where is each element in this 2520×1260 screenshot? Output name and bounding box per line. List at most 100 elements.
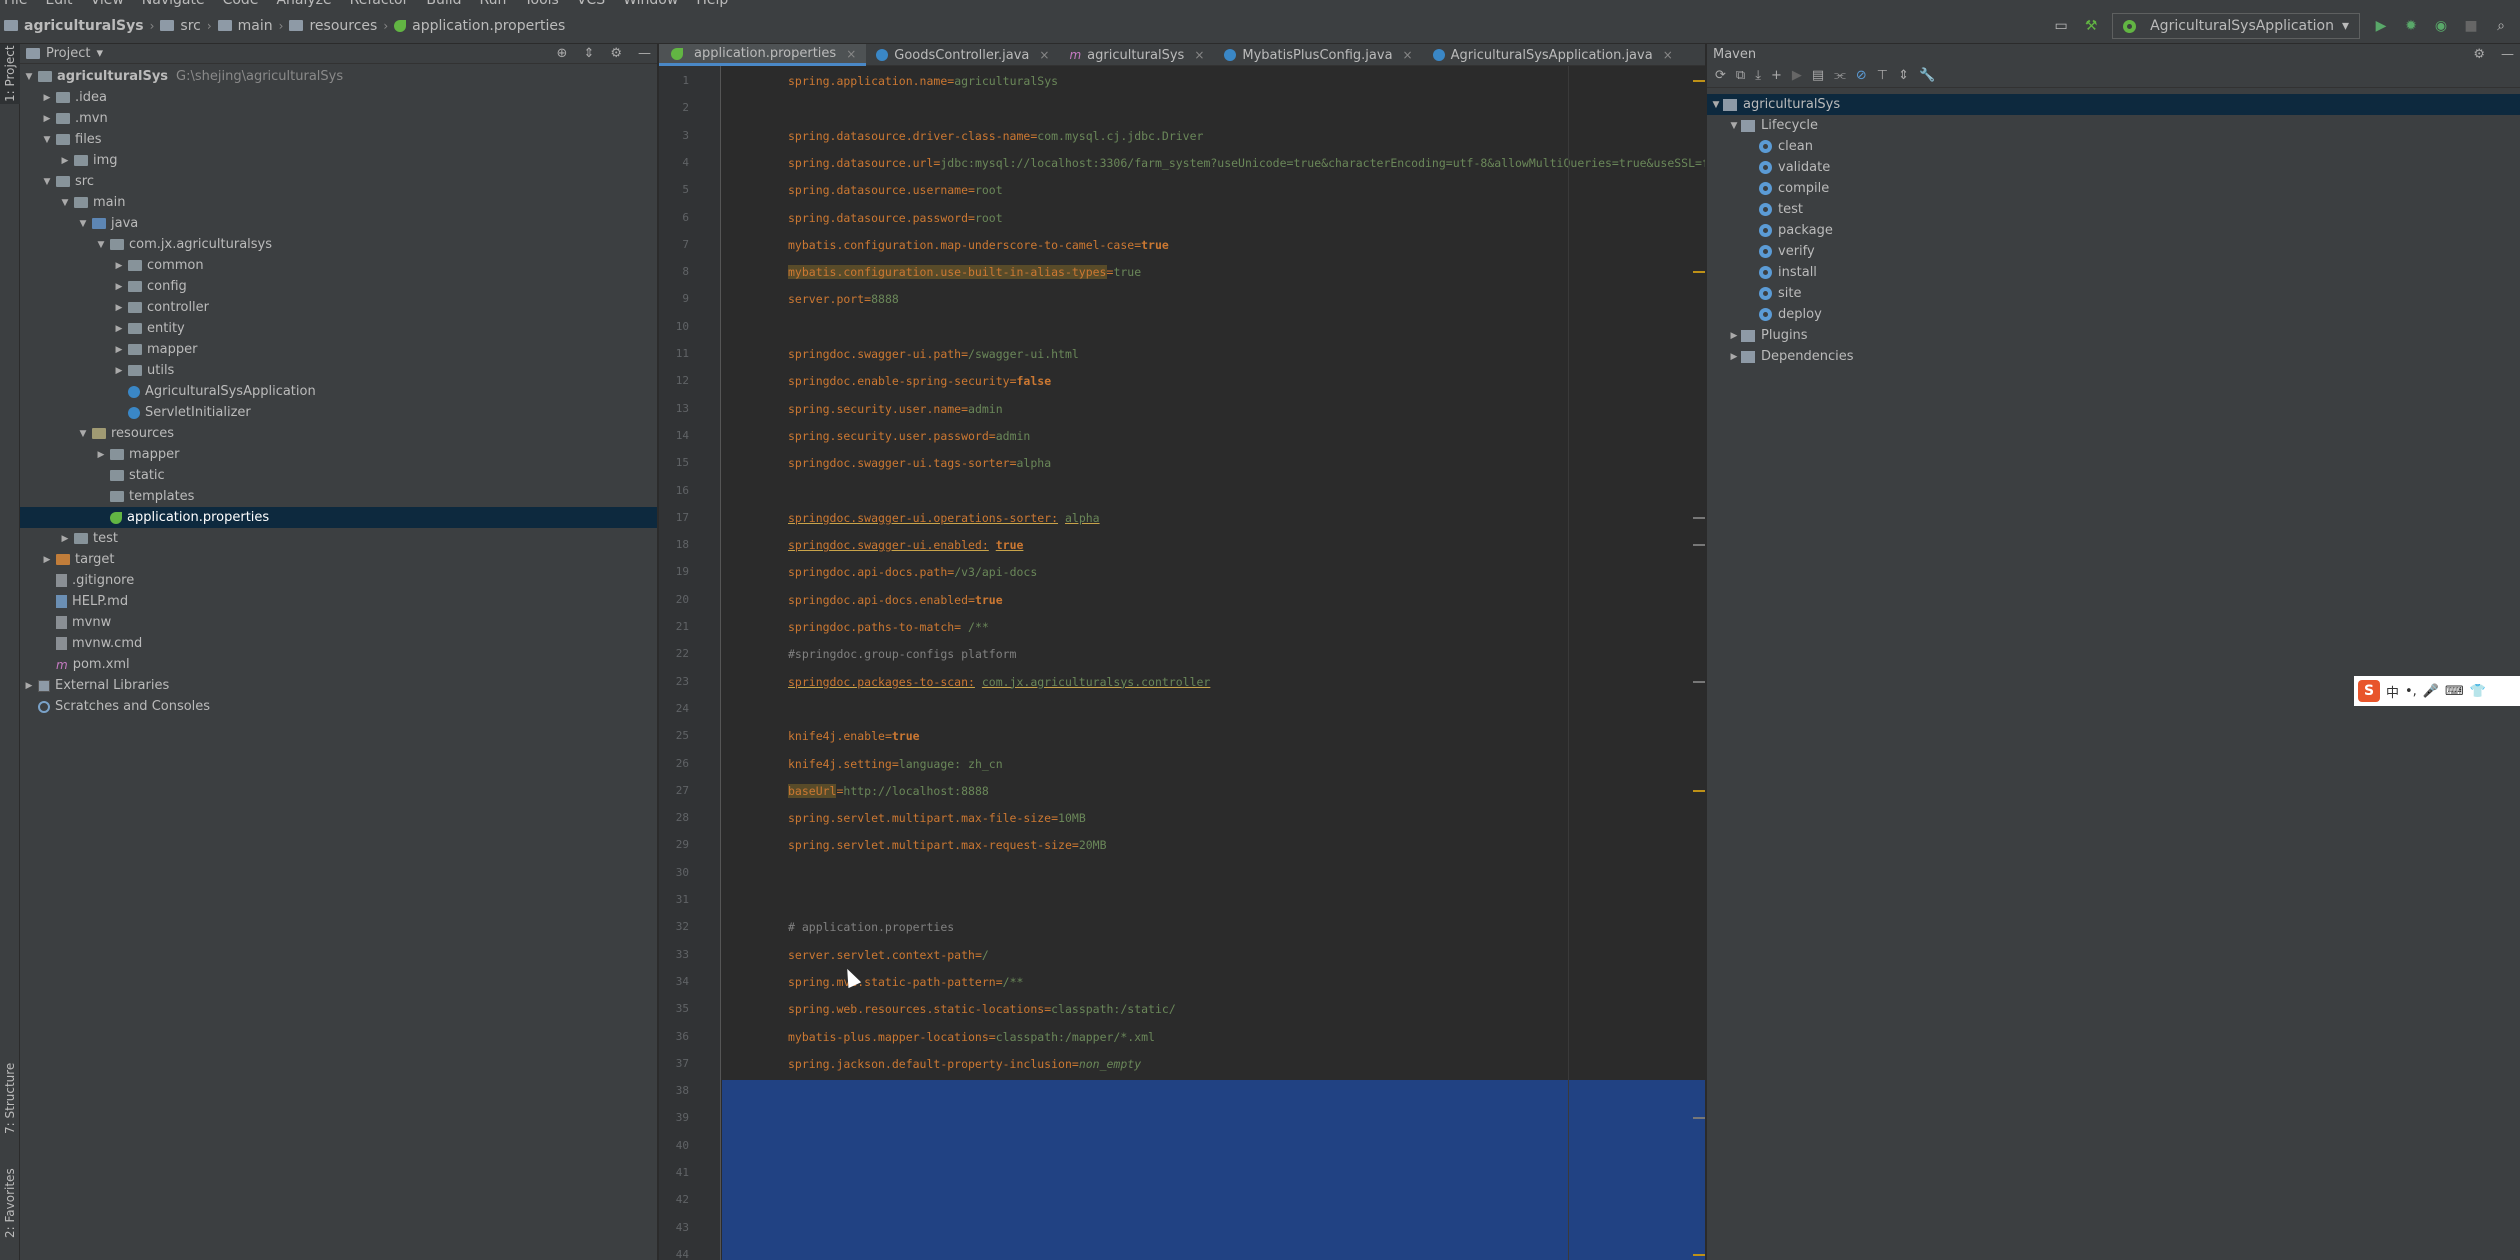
chevron-right-icon[interactable]: ▶ <box>112 345 126 355</box>
scrollbar-marker[interactable] <box>1693 516 1705 519</box>
tree-item[interactable]: static <box>20 465 657 486</box>
gear-icon[interactable]: ⚙ <box>2473 47 2485 62</box>
tree-item[interactable]: application.properties <box>20 507 657 528</box>
chevron-right-icon[interactable]: ▶ <box>58 534 72 544</box>
menu-item[interactable]: View <box>91 0 124 8</box>
menu-item[interactable]: VCS <box>577 0 605 8</box>
tree-item[interactable]: ▼ files <box>20 129 657 150</box>
tab-project[interactable]: 1: Project <box>0 44 20 104</box>
scrollbar-marker[interactable] <box>1693 789 1705 792</box>
scrollbar-marker[interactable] <box>1693 1117 1705 1120</box>
lifecycle-icon[interactable]: ▤ <box>1812 68 1824 83</box>
locate-icon[interactable]: ⊕ <box>557 46 568 61</box>
generate-sources-icon[interactable]: ⧉ <box>1736 68 1745 83</box>
run-configuration-select[interactable]: AgriculturalSysApplication ▾ <box>2112 13 2360 39</box>
skin-icon[interactable]: 👕 <box>2470 684 2486 699</box>
stop-icon[interactable]: ■ <box>2462 17 2480 35</box>
tree-item[interactable]: ▼ resources <box>20 423 657 444</box>
menu-item[interactable]: Tools <box>524 0 559 8</box>
tree-item[interactable]: ServletInitializer <box>20 402 657 423</box>
chevron-right-icon[interactable]: ▶ <box>40 555 54 565</box>
skip-tests-icon[interactable]: ⊘ <box>1856 68 1867 83</box>
breadcrumb-item[interactable]: src <box>160 18 201 34</box>
chevron-right-icon[interactable]: ▶ <box>112 282 126 292</box>
tree-item[interactable]: ▶ .idea <box>20 87 657 108</box>
coverage-icon[interactable]: ◉ <box>2432 17 2450 35</box>
chevron-down-icon[interactable]: ▼ <box>1727 121 1741 131</box>
add-icon[interactable]: + <box>1771 68 1782 83</box>
tree-item[interactable]: ▶ utils <box>20 360 657 381</box>
build-hammer-icon[interactable]: ⚒ <box>2082 17 2100 35</box>
editor-tab[interactable]: m agriculturalSys × <box>1059 44 1214 66</box>
maven-tree-item[interactable]: test <box>1707 199 2520 220</box>
chevron-down-icon[interactable]: ▼ <box>58 198 72 208</box>
menu-item[interactable]: Refactor <box>350 0 409 8</box>
menu-item[interactable]: Navigate <box>142 0 205 8</box>
tree-item[interactable]: ▶ External Libraries <box>20 675 657 696</box>
chevron-right-icon[interactable]: ▶ <box>1727 331 1741 341</box>
chevron-right-icon[interactable]: ▶ <box>22 681 36 691</box>
breadcrumb-item[interactable]: agriculturalSys <box>4 18 144 34</box>
maven-tree-item[interactable]: ▶ Plugins <box>1707 325 2520 346</box>
tree-item[interactable]: HELP.md <box>20 591 657 612</box>
tree-item[interactable]: ▶ common <box>20 255 657 276</box>
reload-icon[interactable]: ⟳ <box>1715 68 1726 83</box>
tree-item[interactable]: ▼ java <box>20 213 657 234</box>
maven-tree-item[interactable]: verify <box>1707 241 2520 262</box>
chevron-down-icon[interactable]: ▼ <box>1709 100 1723 110</box>
download-icon[interactable]: ⤓ <box>1755 68 1761 83</box>
tree-item[interactable]: Scratches and Consoles <box>20 696 657 717</box>
chevron-right-icon[interactable]: ▶ <box>58 156 72 166</box>
editor-tab[interactable]: application.properties × <box>659 44 867 66</box>
scrollbar-marker[interactable] <box>1693 271 1705 274</box>
maven-tree-item[interactable]: package <box>1707 220 2520 241</box>
tab-structure[interactable]: 7: Structure <box>0 1058 20 1138</box>
close-icon[interactable]: × <box>1403 48 1413 62</box>
editor-tab[interactable]: GoodsController.java × <box>866 44 1059 66</box>
tree-item[interactable]: ▼ agriculturalSys G:\shejing\agriculturalS… <box>20 66 657 87</box>
punctuation-icon[interactable]: •, <box>2405 684 2417 699</box>
tree-item[interactable]: ▶ mapper <box>20 444 657 465</box>
menu-item[interactable]: Analyze <box>276 0 331 8</box>
chevron-right-icon[interactable]: ▶ <box>112 261 126 271</box>
collapse-all-icon[interactable]: ⇕ <box>583 46 594 61</box>
toggle-offline-icon[interactable]: ⫘ <box>1834 68 1846 83</box>
gear-icon[interactable]: ⚙ <box>610 46 622 61</box>
run-icon[interactable]: ▶ <box>2372 17 2390 35</box>
editor-tab[interactable]: MybatisPlusConfig.java × <box>1214 44 1422 66</box>
tree-item[interactable]: mvnw <box>20 612 657 633</box>
settings-wrench-icon[interactable]: 🔧 <box>1919 68 1935 83</box>
chevron-down-icon[interactable]: ▾ <box>96 46 103 61</box>
hide-icon[interactable]: — <box>638 46 651 61</box>
maven-tree-item[interactable]: clean <box>1707 136 2520 157</box>
menu-item[interactable]: Help <box>696 0 728 8</box>
close-icon[interactable]: × <box>1039 48 1049 62</box>
tree-item[interactable]: ▼ main <box>20 192 657 213</box>
maven-tree-item[interactable]: validate <box>1707 157 2520 178</box>
breadcrumb-item[interactable]: application.properties <box>394 18 565 34</box>
ime-mode-label[interactable]: 中 <box>2386 682 2399 701</box>
menu-item[interactable]: Code <box>223 0 259 8</box>
run-icon[interactable]: ▶ <box>1792 68 1802 83</box>
tab-favorites[interactable]: 2: Favorites <box>0 1158 20 1248</box>
hide-icon[interactable]: — <box>2501 47 2514 62</box>
scrollbar-marker[interactable] <box>1693 680 1705 683</box>
chevron-right-icon[interactable]: ▶ <box>40 93 54 103</box>
editor-tab[interactable]: AgriculturalSysApplication.java × <box>1423 44 1683 66</box>
breadcrumb-item[interactable]: resources <box>289 18 377 34</box>
tree-item[interactable]: AgriculturalSysApplication <box>20 381 657 402</box>
chevron-right-icon[interactable]: ▶ <box>94 450 108 460</box>
keyboard-icon[interactable]: ⌨ <box>2445 684 2464 699</box>
close-icon[interactable]: × <box>846 47 856 61</box>
maven-tree-item[interactable]: deploy <box>1707 304 2520 325</box>
maven-tree-item[interactable]: ▼ agriculturalSys <box>1707 94 2520 115</box>
tree-item[interactable]: m pom.xml <box>20 654 657 675</box>
maven-tree-item[interactable]: site <box>1707 283 2520 304</box>
maven-tree-item[interactable]: ▶ Dependencies <box>1707 346 2520 367</box>
tree-item[interactable]: ▶ .mvn <box>20 108 657 129</box>
chevron-right-icon[interactable]: ▶ <box>112 324 126 334</box>
tree-item[interactable]: ▼ src <box>20 171 657 192</box>
ime-toolbar[interactable]: S 中 •, 🎤 ⌨ 👕 <box>2354 676 2520 706</box>
chevron-down-icon[interactable]: ▼ <box>40 135 54 145</box>
tree-item[interactable]: ▶ mapper <box>20 339 657 360</box>
